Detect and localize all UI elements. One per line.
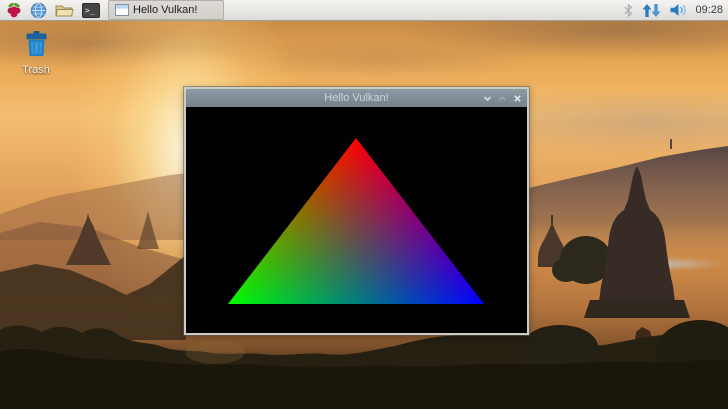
volume-tray-button[interactable] — [669, 3, 688, 17]
minimize-button[interactable] — [482, 93, 492, 103]
launcher-file-manager[interactable] — [52, 1, 77, 19]
folder-icon — [55, 3, 74, 18]
rgb-triangle — [186, 107, 527, 333]
taskbar: >_ Hello Vulkan! — [0, 0, 728, 21]
taskbar-window-button[interactable]: Hello Vulkan! — [108, 0, 224, 20]
chevron-up-icon — [498, 94, 507, 103]
desktop-screen: Trash Hello Vulkan! — [0, 0, 728, 409]
bluetooth-icon — [623, 3, 634, 18]
maximize-button[interactable] — [497, 93, 507, 103]
chevron-down-icon — [483, 94, 492, 103]
launcher-web-browser[interactable] — [27, 1, 50, 19]
bluetooth-tray-button[interactable] — [623, 3, 634, 18]
window-icon — [115, 4, 129, 16]
applications-menu-button[interactable] — [3, 1, 25, 19]
trash-label: Trash — [13, 64, 59, 76]
launcher-terminal[interactable]: >_ — [79, 1, 103, 19]
window-titlebar[interactable]: Hello Vulkan! — [186, 89, 527, 107]
network-up-down-arrows-icon — [641, 3, 662, 18]
trash-can-icon — [23, 30, 50, 58]
taskbar-window-button-label: Hello Vulkan! — [133, 4, 197, 16]
volume-speaker-icon — [669, 3, 688, 17]
hello-vulkan-window: Hello Vulkan! — [184, 87, 529, 335]
globe-browser-icon — [30, 2, 47, 19]
window-controls — [482, 89, 522, 107]
raspberry-pi-menu-icon — [6, 2, 22, 19]
system-tray: 09:28 — [623, 3, 725, 18]
vulkan-render-canvas — [186, 107, 527, 333]
terminal-icon: >_ — [82, 3, 100, 18]
trash-shortcut[interactable]: Trash — [13, 30, 59, 76]
clock[interactable]: 09:28 — [695, 4, 723, 16]
close-icon — [513, 94, 522, 103]
close-button[interactable] — [512, 93, 522, 103]
window-title: Hello Vulkan! — [186, 92, 527, 104]
network-tray-button[interactable] — [641, 3, 662, 18]
